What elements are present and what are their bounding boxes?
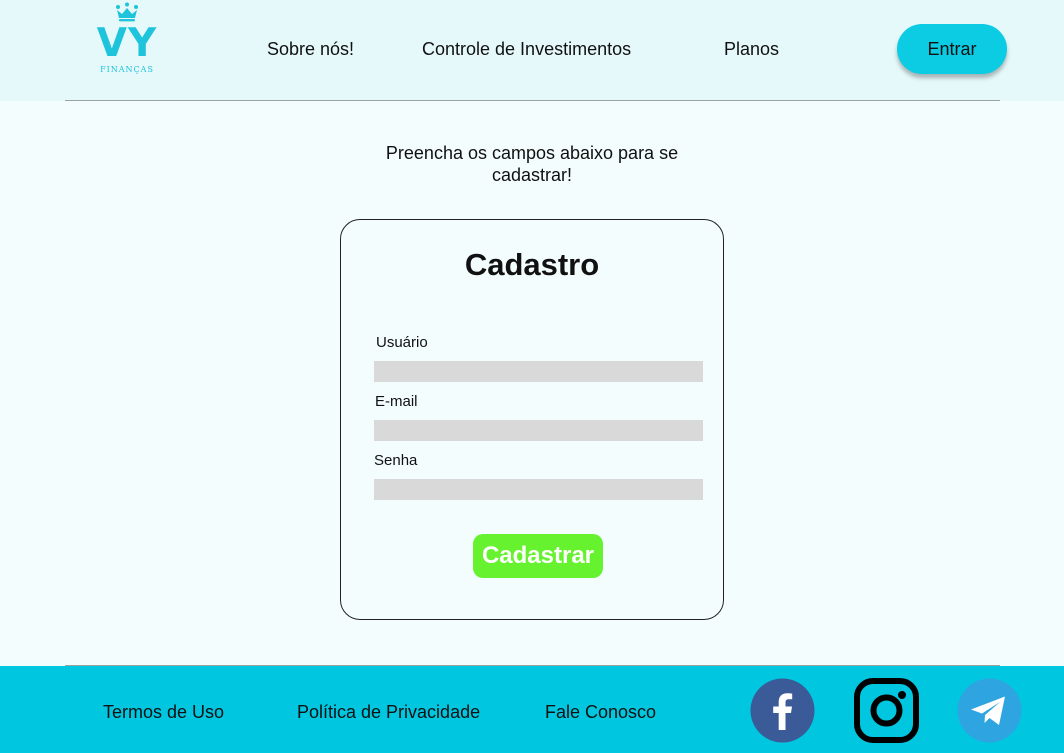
password-input[interactable] [374, 479, 703, 500]
footer-link-contato[interactable]: Fale Conosco [545, 701, 656, 723]
username-input[interactable] [374, 361, 703, 382]
password-label: Senha [374, 452, 418, 469]
intro-text: Preencha os campos abaixo para se cadast… [385, 143, 679, 185]
login-button[interactable]: Entrar [897, 24, 1007, 74]
signup-submit-button[interactable]: Cadastrar [473, 534, 603, 578]
instagram-icon[interactable] [854, 678, 919, 743]
footer-link-termos[interactable]: Termos de Uso [103, 701, 224, 723]
crown-icon [116, 2, 138, 22]
header-divider [65, 100, 1000, 101]
facebook-icon[interactable] [750, 678, 815, 743]
signup-title: Cadastro [464, 247, 600, 282]
site-header: VY FINANÇAS Sobre nós! Controle de Inves… [0, 0, 1064, 101]
nav-link-planos[interactable]: Planos [724, 38, 779, 60]
signup-card: Cadastro Usuário E-mail Senha Cadastrar [340, 219, 724, 620]
brand-logo[interactable]: VY FINANÇAS [93, 2, 161, 88]
nav-link-investimentos[interactable]: Controle de Investimentos [422, 38, 631, 60]
nav-link-sobre[interactable]: Sobre nós! [267, 38, 354, 60]
brand-tagline: FINANÇAS [100, 65, 154, 74]
username-label: Usuário [376, 334, 428, 351]
site-footer: Termos de Uso Política de Privacidade Fa… [0, 666, 1064, 753]
telegram-icon[interactable] [957, 678, 1022, 743]
email-input[interactable] [374, 420, 703, 441]
email-label: E-mail [375, 393, 418, 410]
brand-name: VY [96, 21, 158, 66]
footer-link-privacidade[interactable]: Política de Privacidade [297, 701, 480, 723]
